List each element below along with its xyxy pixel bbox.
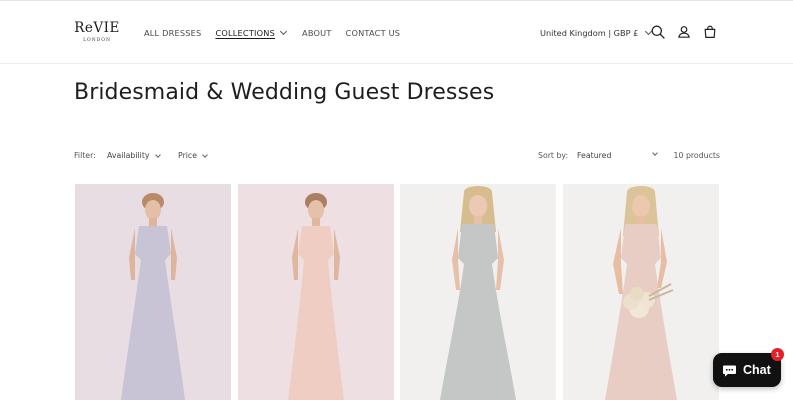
chat-label: Chat [743,363,771,377]
account-icon[interactable] [676,24,692,40]
nav-label: ALL DRESSES [144,28,202,38]
nav-item-all-dresses[interactable]: ALL DRESSES [144,28,201,38]
product-count: 10 products [673,151,720,160]
filter-bar: Filter: Availability Price Sort by: Feat… [74,150,720,163]
sort-value: Featured [577,151,612,160]
filter-availability-label: Availability [107,151,150,160]
chevron-down-icon [279,27,288,36]
product-card[interactable] [75,184,231,400]
nav-label: CONTACT US [345,28,401,38]
filter-price-dropdown[interactable]: Price [178,151,208,160]
chevron-down-icon [652,150,658,156]
main-nav: ALL DRESSES COLLECTIONS ABOUT CONTACT US [144,27,401,38]
product-card[interactable] [400,184,556,400]
chat-button[interactable]: Chat [713,353,781,387]
logo-text: ReVIE [74,20,120,36]
page-title: Bridesmaid & Wedding Guest Dresses [74,80,495,105]
chevron-down-icon [202,151,208,158]
nav-item-collections[interactable]: COLLECTIONS [215,27,288,38]
product-image [605,186,677,400]
logo-subtext: LONDON [83,38,111,43]
nav-item-about[interactable]: ABOUT [302,28,332,38]
filter-price-label: Price [178,151,198,160]
filter-availability-dropdown[interactable]: Availability [107,151,161,160]
site-header: ReVIE LONDON ALL DRESSES COLLECTIONS ABO… [0,0,793,64]
chat-bubble-icon [723,365,736,376]
locale-label: United Kingdom | GBP £ [540,28,639,38]
brand-logo[interactable]: ReVIE LONDON [74,20,120,48]
nav-item-contact-us[interactable]: CONTACT US [346,28,401,38]
locale-selector[interactable]: United Kingdom | GBP £ [540,27,653,38]
product-image [440,186,516,400]
search-icon[interactable] [650,24,666,40]
chevron-down-icon [154,151,161,158]
nav-label: COLLECTIONS [215,28,276,38]
sort-label: Sort by: [538,151,569,160]
chat-notification-badge: 1 [771,348,784,361]
filter-label: Filter: [74,151,96,160]
product-image [121,193,185,400]
product-image [288,193,344,400]
sort-select[interactable]: Featured [577,150,658,160]
product-card[interactable] [238,184,394,400]
product-card[interactable] [563,184,719,400]
dress [440,224,516,400]
nav-label: ABOUT [302,28,332,38]
cart-icon[interactable] [702,24,718,40]
